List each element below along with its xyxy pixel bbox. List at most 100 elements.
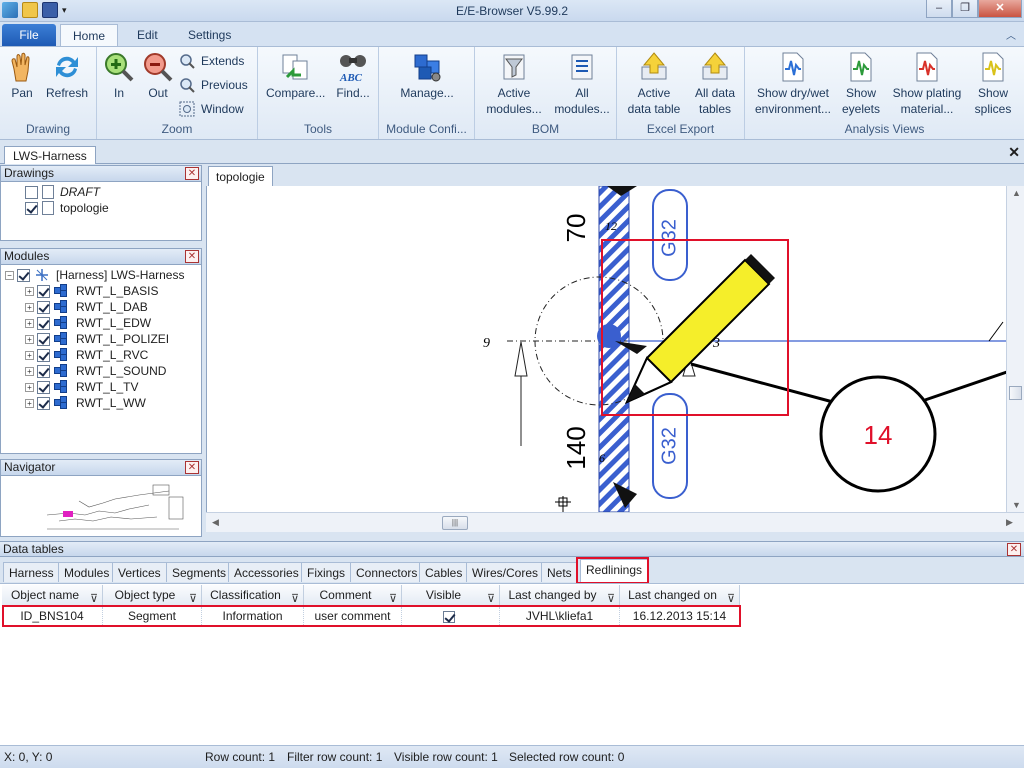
column-header-last-changed-on[interactable]: Last changed on ⊽ [620,585,740,606]
zoom-extends-button[interactable]: Extends [179,51,244,71]
expand-icon[interactable]: + [25,318,34,328]
close-data-tables-icon[interactable]: ✕ [1007,543,1021,556]
bom-active-modules-button[interactable]: Active modules... [483,51,545,117]
module-item[interactable]: + RWT_L_BASIS [5,283,201,299]
tab-settings[interactable]: Settings [176,24,243,46]
zoom-in-button[interactable]: In [103,51,135,101]
ribbon-collapse-icon[interactable]: ︿ [1006,27,1016,42]
module-checkbox[interactable] [37,284,50,298]
zoom-window-button[interactable]: Window [179,99,244,119]
drawing-canvas[interactable]: G32 G32 70 140 12 9 3 6 14 [206,186,1006,512]
tab-accessories[interactable]: Accessories [228,562,305,582]
module-item[interactable]: + RWT_L_TV [5,379,201,395]
close-document-icon[interactable]: ✕ [1008,144,1020,161]
tab-home[interactable]: Home [60,24,119,46]
drawing-checkbox-topologie[interactable] [25,201,38,215]
find-button[interactable]: ABC Find... [334,51,372,101]
module-checkbox[interactable] [37,348,50,362]
module-checkbox[interactable] [37,316,50,330]
expand-icon[interactable]: + [25,286,34,296]
canvas-vertical-scrollbar[interactable]: ▲ ▼ [1006,186,1024,512]
vertical-scroll-thumb[interactable] [1009,386,1022,400]
node-marker[interactable] [597,324,621,348]
show-splices-button[interactable]: Show splices [973,51,1013,117]
module-item[interactable]: + RWT_L_RVC [5,347,201,363]
tab-connectors[interactable]: Connectors [350,562,424,582]
module-item[interactable]: + RWT_L_SOUND [5,363,201,379]
column-header-object-name[interactable]: Object name ⊽ [2,585,103,606]
column-header-object-type[interactable]: Object type ⊽ [103,585,202,606]
module-item[interactable]: + RWT_L_DAB [5,299,201,315]
scroll-left-icon[interactable]: ◀ [212,517,219,528]
minimize-button[interactable]: – [926,0,952,18]
expand-icon[interactable]: + [25,382,34,392]
scroll-down-icon[interactable]: ▼ [1012,500,1021,510]
show-dry-wet-button[interactable]: Show dry/wet environment... [753,51,833,117]
bom-all-modules-button[interactable]: All modules... [551,51,613,117]
export-all-data-tables-button[interactable]: All data tables [689,51,741,117]
horizontal-scroll-thumb[interactable]: ||| [442,516,468,530]
module-item[interactable]: + RWT_L_EDW [5,315,201,331]
tab-fixings[interactable]: Fixings [301,562,352,582]
drawing-item-draft[interactable]: DRAFT [11,184,201,200]
tab-nets[interactable]: Nets [541,562,578,582]
module-checkbox[interactable] [37,396,50,410]
module-root-checkbox[interactable] [17,268,30,282]
column-header-last-changed-by[interactable]: Last changed by ⊽ [500,585,620,606]
refresh-button[interactable]: Refresh [44,51,90,101]
close-navigator-panel-icon[interactable]: ✕ [185,461,199,474]
drawing-item-topologie[interactable]: topologie [11,200,201,216]
module-checkbox[interactable] [37,380,50,394]
status-row-count: Row count: 1 [205,750,276,764]
tab-lws-harness[interactable]: LWS-Harness [4,146,96,164]
tab-modules[interactable]: Modules [58,562,116,582]
close-button[interactable]: ✕ [978,0,1022,18]
expand-icon[interactable]: + [25,366,34,376]
tab-segments[interactable]: Segments [166,562,233,582]
show-plating-material-button[interactable]: Show plating material... [889,51,965,117]
collapse-icon[interactable]: − [5,270,14,280]
tab-harness[interactable]: Harness [3,562,60,582]
module-root[interactable]: − [Harness] LWS-Harness [5,267,201,283]
tab-topologie[interactable]: topologie [208,166,273,186]
harness-drawing[interactable]: G32 G32 70 140 12 9 3 6 14 [207,186,1006,512]
expand-icon[interactable]: + [25,302,34,312]
module-checkbox[interactable] [37,332,50,346]
tab-vertices[interactable]: Vertices [112,562,167,582]
module-item[interactable]: + RWT_L_POLIZEI [5,331,201,347]
expand-icon[interactable]: + [25,398,34,408]
column-header-classification[interactable]: Classification ⊽ [202,585,304,606]
zoom-previous-button[interactable]: Previous [179,75,248,95]
restore-button[interactable]: ❐ [952,0,978,18]
zoom-out-button[interactable]: Out [142,51,174,101]
scroll-right-icon[interactable]: ▶ [1006,517,1013,528]
column-header-comment[interactable]: Comment ⊽ [304,585,402,606]
tab-wires-cores[interactable]: Wires/Cores [466,562,545,582]
close-modules-panel-icon[interactable]: ✕ [185,250,199,263]
list-icon [566,51,598,83]
close-drawings-panel-icon[interactable]: ✕ [185,167,199,180]
column-header-visible[interactable]: Visible ⊽ [402,585,500,606]
module-label: RWT_L_SOUND [76,364,167,378]
tab-edit[interactable]: Edit [125,24,170,46]
module-checkbox[interactable] [37,364,50,378]
navigator-thumbnail[interactable] [19,477,199,535]
module-checkbox[interactable] [37,300,50,314]
manage-button[interactable]: Manage... [399,51,455,101]
scroll-up-icon[interactable]: ▲ [1012,188,1021,198]
export-active-data-table-button[interactable]: Active data table [623,51,685,117]
pan-button[interactable]: Pan [6,51,38,101]
module-item[interactable]: + RWT_L_WW [5,395,201,411]
tab-cables[interactable]: Cables [419,562,469,582]
group-excel-export: Active data table All data tables Excel … [617,47,745,139]
compare-button[interactable]: Compare... [266,51,325,101]
dry-wet-icon [777,51,809,83]
tab-file[interactable]: File [2,24,56,46]
canvas-horizontal-scrollbar[interactable]: ◀ ||| ▶ [206,512,1024,532]
expand-icon[interactable]: + [25,350,34,360]
show-eyelets-button[interactable]: Show eyelets [841,51,881,117]
drawing-checkbox-draft[interactable] [25,185,38,199]
expand-icon[interactable]: + [25,334,34,344]
group-label-tools: Tools [303,122,332,136]
group-drawing: Pan Refresh Drawing [0,47,97,139]
